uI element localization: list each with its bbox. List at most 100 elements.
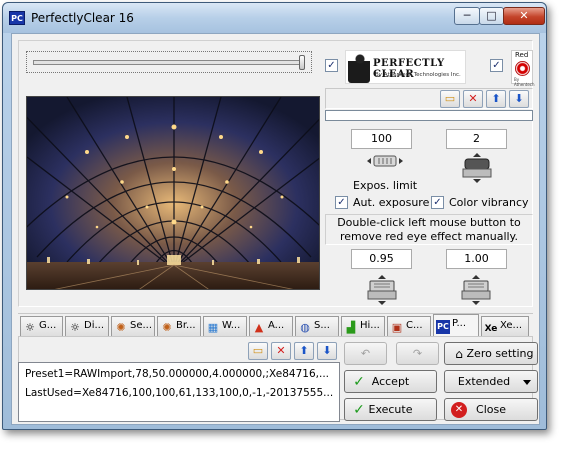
preset-line-2[interactable]: LastUsed=Xe84716,100,100,61,133,100,0,-1… bbox=[25, 384, 333, 403]
zero-setting-button[interactable]: ⌂ Zero setting bbox=[444, 342, 538, 365]
sun-color-icon: ✺ bbox=[162, 321, 172, 334]
palette-icon: ▦ bbox=[207, 321, 219, 334]
aut-exposure-label: Aut. exposure bbox=[353, 196, 430, 209]
tab-0[interactable]: ☼ G... bbox=[20, 316, 63, 336]
app-icon: PC bbox=[9, 11, 25, 25]
tab-label: W... bbox=[222, 320, 241, 331]
train-station-photo bbox=[27, 97, 319, 289]
expos-limit-label: Expos. limit bbox=[353, 179, 418, 192]
logo-byline: By Athentech Technologies Inc. bbox=[375, 72, 461, 78]
client-area: ✓ PERFECTLY CLEAR By Athentech Technolog… bbox=[11, 33, 540, 425]
value-field-4[interactable]: 1.00 bbox=[446, 249, 507, 269]
close-button[interactable]: ✕ Close bbox=[444, 398, 538, 421]
vertical-adjust-icon-2[interactable] bbox=[364, 274, 400, 306]
preview-image[interactable] bbox=[26, 96, 320, 290]
arrow-up-icon: ⬆ bbox=[299, 344, 309, 357]
chevron-down-icon bbox=[523, 380, 531, 385]
prism-icon: ▲ bbox=[254, 321, 264, 334]
preset-line-1[interactable]: Preset1=RAWImport,78,50.000000,4.000000,… bbox=[25, 365, 333, 384]
tab-3[interactable]: ✺ Br... bbox=[157, 316, 201, 336]
tab-label: Se... bbox=[130, 320, 153, 331]
redo-button[interactable]: ↷ bbox=[396, 342, 439, 365]
close-icon: ✕ bbox=[451, 402, 467, 418]
spiral-icon: ◍ bbox=[300, 321, 310, 334]
strength-slider[interactable] bbox=[26, 51, 312, 73]
tab-label: Hi... bbox=[360, 320, 380, 331]
tab-2[interactable]: ✺ Se... bbox=[111, 316, 155, 336]
extended-label: Extended bbox=[457, 375, 511, 388]
execute-button[interactable]: ✓ Execute bbox=[344, 398, 437, 421]
color-vibrancy-checkbox[interactable]: ✓ bbox=[431, 196, 444, 209]
delete-icon: ✕ bbox=[276, 344, 286, 357]
minimize-button[interactable]: ─ bbox=[454, 7, 480, 25]
folder-icon: ▭ bbox=[444, 92, 456, 105]
window-title: PerfectlyClear 16 bbox=[31, 11, 134, 25]
redeye-hint: Double-click left mouse button to remove… bbox=[325, 214, 533, 245]
main-window: PC PerfectlyClear 16 ─ □ ✕ ✓ PERFECTLY C… bbox=[2, 2, 547, 430]
execute-check-icon: ✓ bbox=[353, 402, 365, 418]
value-field-2[interactable]: 2 bbox=[446, 129, 507, 149]
tab-10[interactable]: Xe Xe... bbox=[481, 316, 529, 336]
open-folder-button[interactable]: ▭ bbox=[440, 90, 460, 108]
accept-button[interactable]: ✓ Accept bbox=[344, 370, 437, 393]
value-field-3[interactable]: 0.95 bbox=[351, 249, 412, 269]
tab-1[interactable]: ☼ Di... bbox=[65, 316, 109, 336]
arrow-down-icon: ⬇ bbox=[322, 344, 332, 357]
tab-label: C... bbox=[406, 320, 423, 331]
tab-label: G... bbox=[39, 320, 57, 331]
undo-button[interactable]: ↶ bbox=[344, 342, 387, 365]
close-window-button[interactable]: ✕ bbox=[503, 7, 545, 25]
logo-figure-icon bbox=[348, 53, 370, 83]
pc-icon: PC bbox=[436, 320, 450, 334]
red-eye-icon bbox=[515, 61, 530, 76]
tab-4[interactable]: ▦ W... bbox=[203, 316, 247, 336]
tab-bar: ☼ G... ☼ Di... ✺ Se... ✺ Br... ▦ W... ▲ A... ◍… bbox=[18, 313, 533, 337]
move-down-button[interactable]: ⬇ bbox=[509, 90, 529, 108]
vertical-adjust-icon-3[interactable] bbox=[458, 274, 494, 306]
slider-track bbox=[33, 60, 301, 65]
tab-9[interactable]: PC P... bbox=[433, 314, 479, 337]
title-bar[interactable]: PC PerfectlyClear 16 ─ □ ✕ bbox=[3, 3, 546, 33]
tab-label: Di... bbox=[84, 320, 105, 331]
redeye-logo: Red By Athentech bbox=[511, 50, 535, 87]
arrow-down-icon: ⬇ bbox=[514, 92, 524, 105]
close-label: Close bbox=[476, 403, 506, 416]
tab-label: S... bbox=[314, 320, 330, 331]
preset-list[interactable] bbox=[325, 110, 533, 121]
sun-icon: ☼ bbox=[25, 321, 35, 334]
value-field-1[interactable]: 100 bbox=[351, 129, 412, 149]
preset-down-button[interactable]: ⬇ bbox=[317, 342, 337, 360]
delete-button[interactable]: ✕ bbox=[463, 90, 483, 108]
slider-checkbox[interactable]: ✓ bbox=[325, 59, 338, 72]
tab-8[interactable]: ▣ C... bbox=[387, 316, 431, 336]
redeye-logo-small: By Athentech bbox=[514, 77, 535, 87]
slider-thumb[interactable] bbox=[299, 55, 305, 70]
tab-label: Xe... bbox=[500, 320, 523, 331]
preset-up-button[interactable]: ⬆ bbox=[294, 342, 314, 360]
horizontal-adjust-icon[interactable] bbox=[366, 154, 404, 168]
xe-icon: Xe bbox=[484, 324, 498, 334]
redeye-logo-label: Red bbox=[515, 51, 529, 59]
sun-color-icon: ✺ bbox=[116, 321, 126, 334]
extended-dropdown[interactable]: Extended bbox=[444, 370, 538, 393]
maximize-button[interactable]: □ bbox=[479, 7, 504, 25]
tab-label: A... bbox=[268, 320, 285, 331]
accept-label: Accept bbox=[371, 375, 410, 388]
preset-delete-button[interactable]: ✕ bbox=[271, 342, 291, 360]
checkmark-icon: ✓ bbox=[353, 374, 365, 390]
tab-5[interactable]: ▲ A... bbox=[249, 316, 293, 336]
folder-icon: ▭ bbox=[252, 344, 264, 357]
redeye-enable-checkbox[interactable]: ✓ bbox=[490, 59, 503, 72]
execute-label: Execute bbox=[368, 403, 413, 416]
tab-7[interactable]: ▟ Hi... bbox=[341, 316, 385, 336]
tab-6[interactable]: ◍ S... bbox=[295, 316, 339, 336]
vertical-adjust-icon[interactable] bbox=[459, 152, 495, 184]
arrow-up-icon: ⬆ bbox=[491, 92, 501, 105]
preset-open-button[interactable]: ▭ bbox=[248, 342, 268, 360]
aut-exposure-checkbox[interactable]: ✓ bbox=[335, 196, 348, 209]
preset-list-text[interactable]: Preset1=RAWImport,78,50.000000,4.000000,… bbox=[18, 362, 340, 422]
sun-icon: ☼ bbox=[70, 321, 80, 334]
move-up-button[interactable]: ⬆ bbox=[486, 90, 506, 108]
zero-setting-label: Zero setting bbox=[466, 347, 534, 360]
color-vibrancy-label: Color vibrancy bbox=[449, 196, 529, 209]
